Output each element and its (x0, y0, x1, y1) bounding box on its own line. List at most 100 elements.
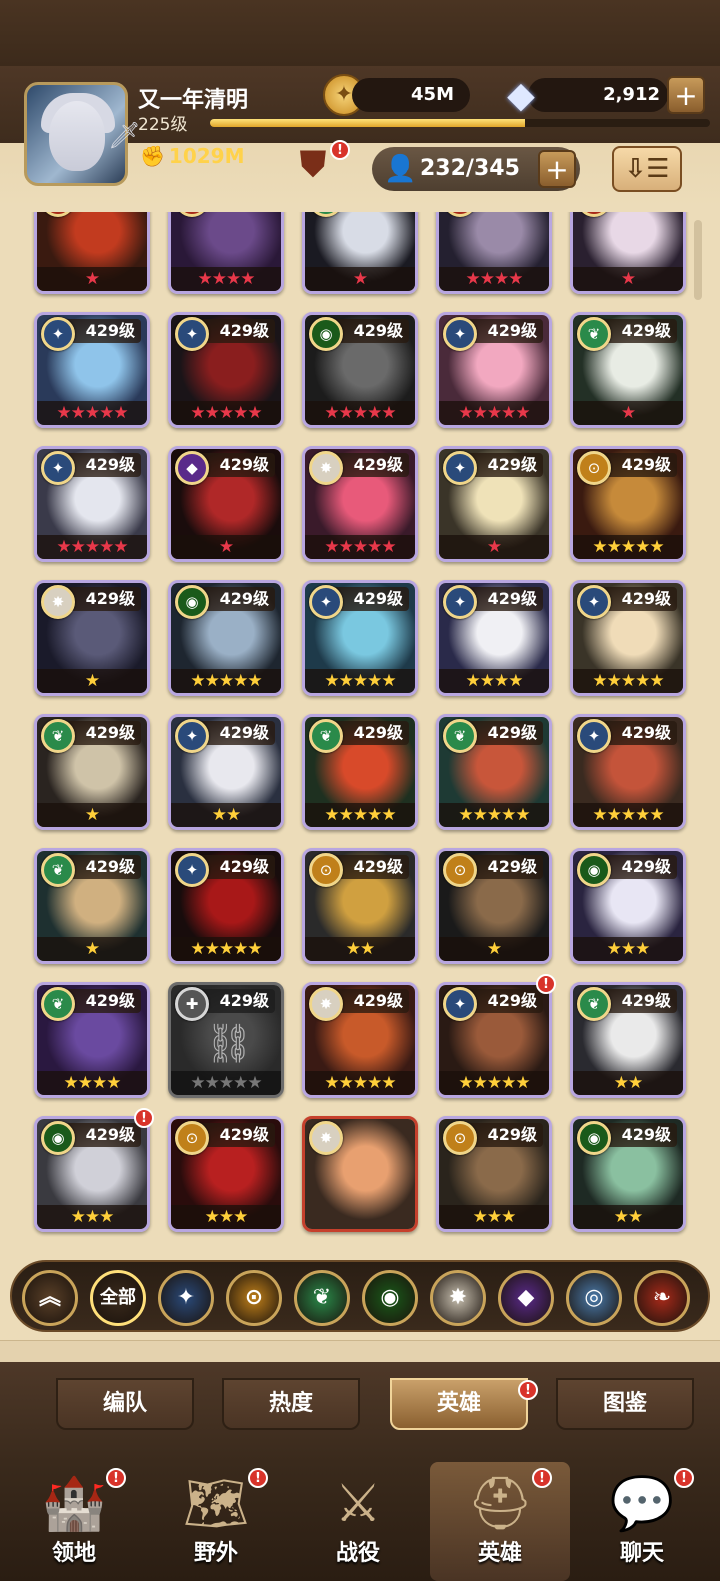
filter-graveborn-button[interactable]: ◉ (362, 1270, 418, 1326)
graveborn-faction-icon: ◉ (309, 317, 343, 351)
hero-star-rating: ★★ (573, 1205, 683, 1229)
lightbearer-faction-icon: ✦ (443, 317, 477, 351)
hero-card[interactable]: 429级 ✦ ★★★★★ (34, 446, 150, 562)
nav-campaign[interactable]: ⚔ 战役 (288, 1462, 428, 1581)
celestial-faction-icon: ✸ (309, 1121, 343, 1155)
filter-collapse-button[interactable]: ︽ (22, 1270, 78, 1326)
hero-card[interactable]: 429级 ◉ ★★★ (570, 848, 686, 964)
filter-lightbearer-button[interactable]: ✦ (158, 1270, 214, 1326)
hero-star-rating: ★★★ (37, 1205, 147, 1229)
hero-card[interactable]: 429级 ✦ ★★★★★ (570, 714, 686, 830)
chat-icon: 💬 (609, 1474, 675, 1534)
hero-star-rating: ★★★★★ (171, 669, 281, 693)
nav-label: 战役 (335, 1541, 380, 1566)
hero-card[interactable]: ❧★★★★ (168, 212, 284, 294)
hero-card[interactable]: ❧★ (34, 212, 150, 294)
fist-icon: ✊ (140, 144, 165, 168)
mauler-faction-icon: ⊙ (577, 451, 611, 485)
hero-level: 429级 (331, 453, 409, 477)
hero-card[interactable]: 429级 ◉ ★★★★★ (302, 312, 418, 428)
filter-abyss-button[interactable]: ❧ (634, 1270, 690, 1326)
hero-card[interactable]: 429级 ✦ ★★ (168, 714, 284, 830)
faction-filter-bar: ︽ 全部 ✦ ⊙ ❦ ◉ ✸ ◆ ◎ ❧ (10, 1260, 710, 1332)
hero-card[interactable]: 429级 ❦ ★★★★★ (436, 714, 552, 830)
hero-card[interactable]: ❦★ (302, 212, 418, 294)
nav-chat-badge: ! (674, 1468, 694, 1488)
hero-star-rating: ★★★★★ (171, 1071, 281, 1095)
hero-card[interactable]: 429级 ✦ ★★★★ (436, 580, 552, 696)
hero-card[interactable]: 429级 ✦ ★★★★★ (168, 312, 284, 428)
filter-mauler-button[interactable]: ⊙ (226, 1270, 282, 1326)
lightbearer-faction-icon: ✦ (577, 585, 611, 619)
filter-wilder-button[interactable]: ❦ (294, 1270, 350, 1326)
territory-icon: 🏰 (41, 1474, 107, 1534)
hero-card[interactable]: 429级 ◉ ★★★ (34, 1116, 150, 1232)
locked-faction-icon: ✚ (175, 987, 209, 1021)
hero-card[interactable]: 429级 ❦ ★ (34, 848, 150, 964)
hero-star-rating: ★★★ (573, 937, 683, 961)
hero-card[interactable]: 429级 ✦ ★★★★★ (436, 982, 552, 1098)
hero-level: 429级 (331, 989, 409, 1013)
tab-formation[interactable]: 编队 (56, 1378, 194, 1430)
lightbearer-faction-icon: ✦ (443, 987, 477, 1021)
lightbearer-faction-icon: ✦ (309, 585, 343, 619)
filter-celestial-button[interactable]: ✸ (430, 1270, 486, 1326)
celestial-faction-icon: ✸ (41, 585, 75, 619)
hero-star-rating: ★ (37, 937, 147, 961)
tab-popularity[interactable]: 热度 (222, 1378, 360, 1430)
hero-star-rating: ★ (305, 267, 415, 291)
sort-button[interactable]: ⇩☰ (612, 146, 682, 192)
hero-grid: ❧★❧★★★★❦★❧★★★★❧★429级✦★★★★★429级✦★★★★★429级… (0, 212, 720, 1242)
add-diamonds-button[interactable]: + (667, 76, 705, 114)
hero-card[interactable]: 429级 ✦ ★★★★★ (34, 312, 150, 428)
hero-level: 429级 (63, 855, 141, 879)
hero-card[interactable]: ❧★★★★ (436, 212, 552, 294)
hero-card[interactable]: ❧★ (570, 212, 686, 294)
hero-level: 429级 (599, 587, 677, 611)
panel-divider (0, 1340, 720, 1362)
hero-level: 429级 (197, 319, 275, 343)
tab-collection[interactable]: 图鉴 (556, 1378, 694, 1430)
hero-card[interactable]: 429级 ❦ ★★ (570, 982, 686, 1098)
hero-card[interactable]: ✸ (302, 1116, 418, 1232)
hero-card[interactable]: 429级 ◉ ★★ (570, 1116, 686, 1232)
filter-hypogean-button[interactable]: ◆ (498, 1270, 554, 1326)
outdoors-icon: 🗺 (182, 1474, 249, 1534)
hero-card[interactable]: 429级 ❦ ★ (570, 312, 686, 428)
player-level: 225级 (138, 115, 188, 135)
hero-card[interactable]: 429级 ⊙ ★★ (302, 848, 418, 964)
hero-alert-badge: ! (134, 1108, 154, 1128)
hero-star-rating: ★ (37, 669, 147, 693)
hero-card[interactable]: 429级 ❦ ★ (34, 714, 150, 830)
hero-card[interactable]: 429级 ❦ ★★★★★ (302, 714, 418, 830)
hero-star-rating: ★★★★ (439, 267, 549, 291)
hero-level: 429级 (599, 721, 677, 745)
hero-star-rating: ★★★★★ (439, 803, 549, 827)
hero-card[interactable]: 429级 ❦ ★★★★ (34, 982, 150, 1098)
filter-all-button[interactable]: 全部 (90, 1270, 146, 1326)
lightbearer-faction-icon: ✦ (577, 719, 611, 753)
celestial-faction-icon: ✸ (309, 987, 343, 1021)
hero-card[interactable]: 429级 ✦ ★ (436, 446, 552, 562)
nav-outdoors-badge: ! (248, 1468, 268, 1488)
hero-card[interactable]: 429级 ⊙ ★★★★★ (570, 446, 686, 562)
filter-dimensional-button[interactable]: ◎ (566, 1270, 622, 1326)
hero-card[interactable]: 429级 ⊙ ★★★ (168, 1116, 284, 1232)
lightbearer-faction-icon: ✦ (443, 585, 477, 619)
hero-card[interactable]: 429级 ✦ ★★★★★ (436, 312, 552, 428)
hero-card[interactable]: 429级 ◆ ★ (168, 446, 284, 562)
hero-card[interactable]: 429级 ✦ ★★★★★ (302, 580, 418, 696)
hero-card[interactable]: 429级 ✸ ★ (34, 580, 150, 696)
hero-star-rating: ★★★★ (439, 669, 549, 693)
hero-card[interactable]: 429级 ✸ ★★★★★ (302, 446, 418, 562)
expand-capacity-button[interactable]: + (538, 150, 576, 188)
hero-card[interactable]: 429级 ✦ ★★★★★ (570, 580, 686, 696)
hero-card[interactable]: 429级 ⊙ ★★★ (436, 1116, 552, 1232)
hero-card[interactable]: 429级 ⊙ ★ (436, 848, 552, 964)
hero-card[interactable]: 429级 ◉ ★★★★★ (168, 580, 284, 696)
hero-card[interactable]: 429级 ✦ ★★★★★ (168, 848, 284, 964)
hero-card[interactable]: ⛓ 429级 ✚ ★★★★★ (168, 982, 284, 1098)
hero-card[interactable]: 429级 ✸ ★★★★★ (302, 982, 418, 1098)
tab-heroes[interactable]: 英雄 (390, 1378, 528, 1430)
hero-star-rating: ★ (171, 535, 281, 559)
